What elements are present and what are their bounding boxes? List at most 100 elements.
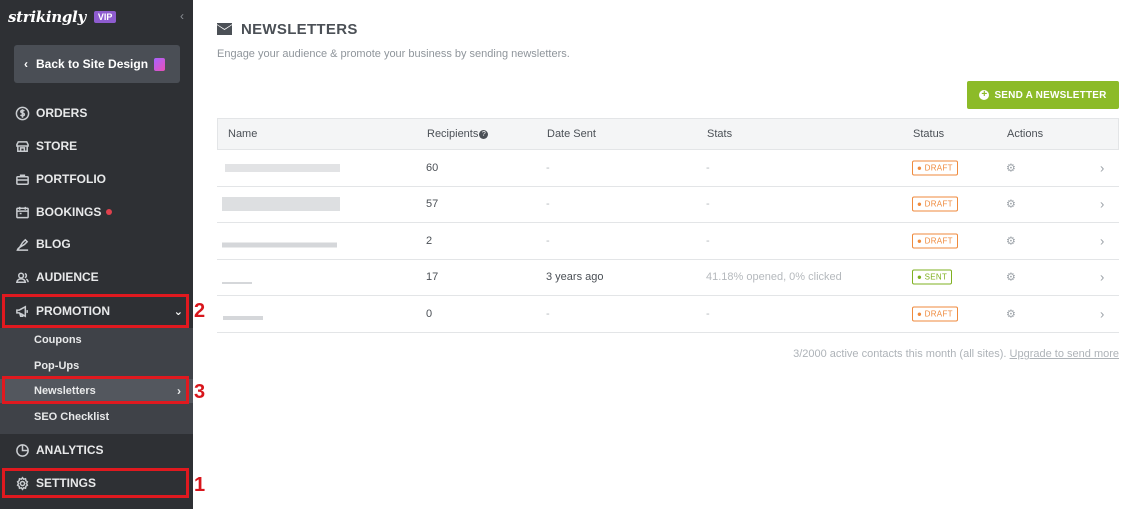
blurred-name: [225, 163, 340, 172]
highlight-settings: [2, 468, 189, 498]
chevron-right-icon[interactable]: ›: [1100, 306, 1104, 321]
status-badge: ● DRAFT: [912, 306, 958, 322]
settings-gear-icon[interactable]: ⚙: [1006, 234, 1016, 247]
chevron-right-icon[interactable]: ›: [1100, 233, 1104, 248]
status-badge: ● DRAFT: [912, 233, 958, 249]
header-recipients: Recipients?: [427, 128, 489, 140]
stats-cell: -: [706, 198, 710, 211]
header-stats: Stats: [707, 128, 733, 140]
send-newsletter-button[interactable]: + SEND A NEWSLETTER: [967, 81, 1119, 109]
header-status: Status: [913, 128, 945, 140]
status-badge: ● DRAFT: [912, 160, 958, 176]
status-badge: ● SENT: [912, 269, 953, 285]
chevron-right-icon[interactable]: ›: [1100, 160, 1104, 175]
blurred-name: [223, 315, 263, 320]
sidebar-item-label: BLOG: [36, 237, 71, 251]
people-icon: [14, 269, 30, 285]
page-subtitle: Engage your audience & promote your busi…: [217, 48, 570, 60]
dollar-icon: [14, 105, 30, 121]
stats-cell: -: [706, 307, 710, 320]
stats-cell: -: [706, 234, 710, 247]
recipients-cell: 17: [426, 271, 439, 284]
sidebar: strikingly VIP ‹ ‹ Back to Site Design O…: [0, 0, 193, 509]
submenu-item-seo-checklist[interactable]: SEO Checklist: [0, 405, 193, 429]
sidebar-item-store[interactable]: STORE: [0, 130, 193, 162]
sidebar-item-label: ANALYTICS: [36, 443, 104, 457]
annotation-number: 2: [194, 300, 206, 322]
brand-logo[interactable]: strikingly: [8, 8, 86, 26]
sidebar-item-analytics[interactable]: ANALYTICS: [0, 434, 193, 466]
blurred-name: [222, 242, 337, 248]
sidebar-item-label: PORTFOLIO: [36, 172, 106, 186]
submenu-label: Pop-Ups: [34, 360, 80, 372]
annotation-number: 3: [194, 381, 206, 403]
settings-gear-icon[interactable]: ⚙: [1006, 307, 1016, 320]
submenu-item-coupons[interactable]: Coupons: [0, 328, 193, 352]
header-name: Name: [228, 128, 258, 140]
table-row[interactable]: 60 - - ● DRAFT ⚙ ›: [217, 150, 1119, 187]
submenu-label: SEO Checklist: [34, 411, 110, 423]
settings-gear-icon[interactable]: ⚙: [1006, 161, 1016, 174]
page-title-text: NEWSLETTERS: [241, 21, 358, 38]
header-actions: Actions: [1007, 128, 1044, 140]
store-icon: [14, 138, 30, 154]
plus-icon: +: [979, 89, 990, 100]
contacts-text: 3/2000 active contacts this month (all s…: [793, 348, 1007, 360]
collapse-sidebar-icon[interactable]: ‹: [180, 9, 184, 23]
submenu-label: Coupons: [34, 334, 82, 346]
sidebar-item-label: ORDERS: [36, 106, 88, 120]
status-badge: ● DRAFT: [912, 196, 958, 212]
date-cell: -: [546, 161, 550, 174]
highlight-promotion: [2, 294, 189, 328]
upgrade-link[interactable]: Upgrade to send more: [1010, 348, 1119, 360]
recipients-cell: 60: [426, 161, 439, 174]
header-date-sent: Date Sent: [547, 128, 596, 140]
stats-cell: -: [706, 161, 710, 174]
date-cell: -: [546, 198, 550, 211]
settings-gear-icon[interactable]: ⚙: [1006, 198, 1016, 211]
settings-gear-icon[interactable]: ⚙: [1006, 271, 1016, 284]
back-to-site-design-button[interactable]: ‹ Back to Site Design: [14, 45, 180, 83]
table-row[interactable]: 17 3 years ago 41.18% opened, 0% clicked…: [217, 260, 1119, 296]
sidebar-item-orders[interactable]: ORDERS: [0, 97, 193, 129]
table-row[interactable]: 0 - - ● DRAFT ⚙ ›: [217, 296, 1119, 333]
table-header: Name Recipients? Date Sent Stats Status …: [217, 118, 1119, 150]
envelope-icon: [217, 23, 232, 35]
help-icon[interactable]: ?: [479, 130, 489, 139]
chevron-left-icon: ‹: [24, 57, 28, 71]
blurred-name: [222, 282, 252, 285]
send-newsletter-label: SEND A NEWSLETTER: [994, 89, 1107, 101]
pie-chart-icon: [14, 442, 30, 458]
page-icon: [154, 57, 166, 71]
submenu-item-popups[interactable]: Pop-Ups: [0, 354, 193, 378]
back-label: Back to Site Design: [36, 57, 149, 71]
date-cell: -: [546, 234, 550, 247]
notification-dot: [106, 209, 113, 215]
sidebar-item-portfolio[interactable]: PORTFOLIO: [0, 163, 193, 195]
newsletters-table: Name Recipients? Date Sent Stats Status …: [217, 118, 1119, 333]
brand[interactable]: strikingly VIP: [8, 8, 117, 26]
vip-badge: VIP: [93, 11, 117, 23]
sidebar-item-label: STORE: [36, 139, 78, 153]
sidebar-item-label: BOOKINGS: [36, 205, 102, 219]
annotation-number: 1: [194, 474, 206, 496]
blurred-name: [222, 197, 340, 212]
pen-icon: [14, 236, 30, 252]
contacts-footer: 3/2000 active contacts this month (all s…: [793, 348, 1119, 360]
date-cell: 3 years ago: [546, 271, 604, 284]
sidebar-item-bookings[interactable]: BOOKINGS: [0, 196, 193, 228]
recipients-cell: 2: [426, 234, 433, 247]
recipients-cell: 57: [426, 198, 439, 211]
calendar-icon: [14, 204, 30, 220]
table-row[interactable]: 57 - - ● DRAFT ⚙ ›: [217, 187, 1119, 223]
sidebar-item-blog[interactable]: BLOG: [0, 228, 193, 260]
chevron-right-icon[interactable]: ›: [1100, 270, 1104, 285]
table-row[interactable]: 2 - - ● DRAFT ⚙ ›: [217, 223, 1119, 260]
date-cell: -: [546, 307, 550, 320]
header-recipients-label: Recipients: [427, 128, 479, 140]
stats-cell: 41.18% opened, 0% clicked: [706, 271, 842, 284]
sidebar-item-audience[interactable]: AUDIENCE: [0, 261, 193, 293]
chevron-right-icon[interactable]: ›: [1100, 197, 1104, 212]
highlight-newsletters: [2, 376, 189, 404]
recipients-cell: 0: [426, 307, 433, 320]
